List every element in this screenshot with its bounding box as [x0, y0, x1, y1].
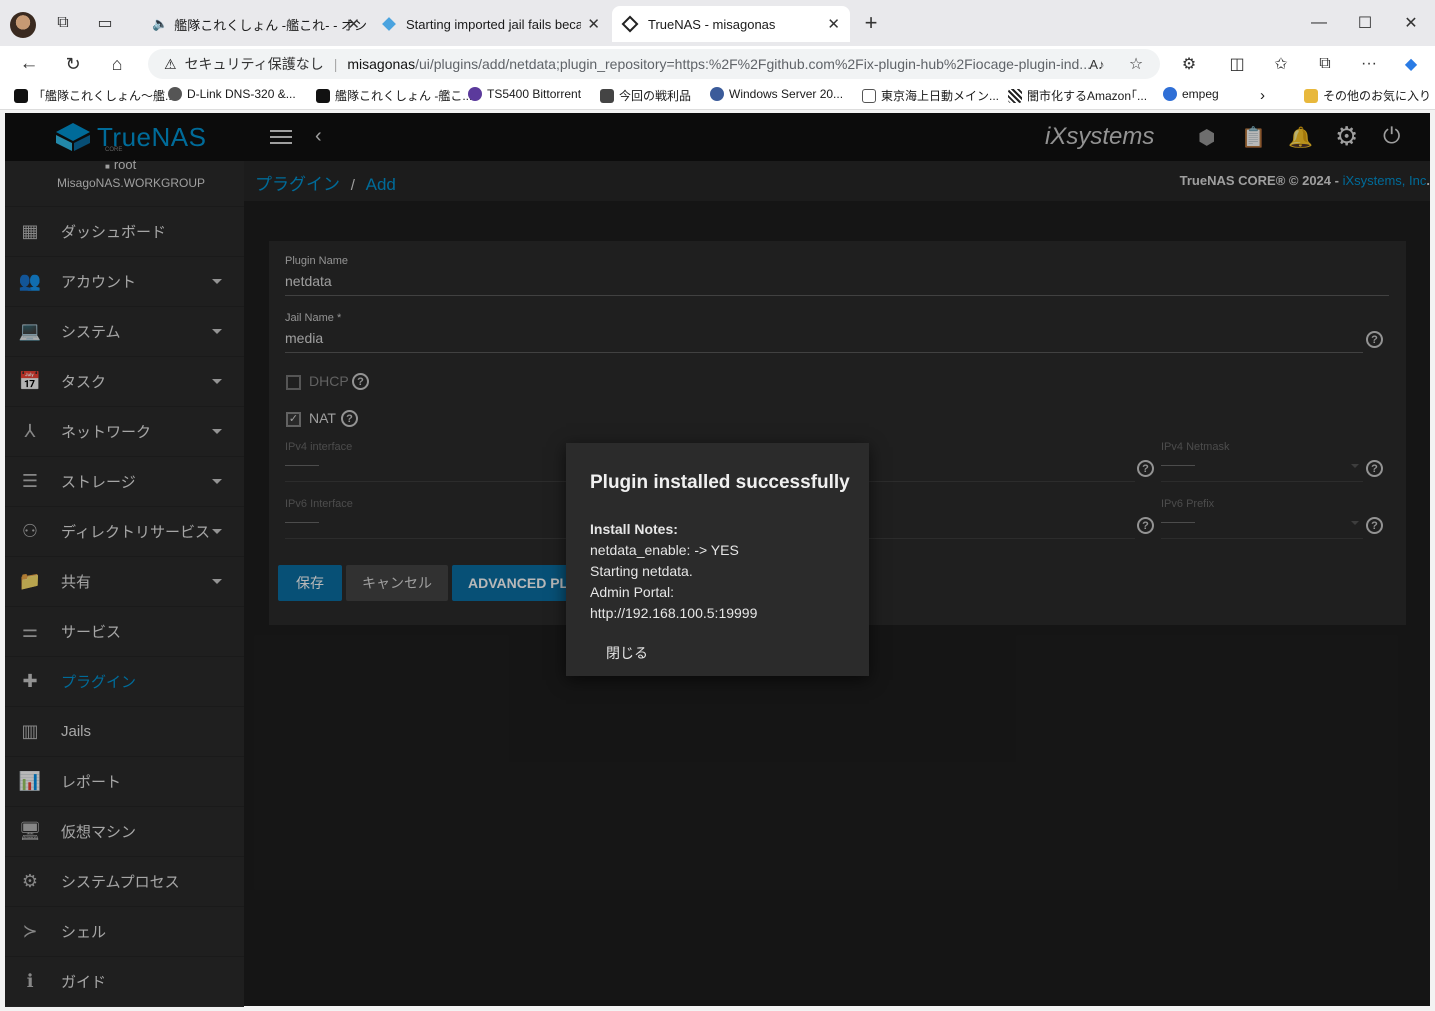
close-button[interactable]: 閉じる	[596, 639, 656, 667]
install-note-line: Starting netdata.	[590, 563, 693, 579]
bookmark-item[interactable]: 東京海上日動メイン...	[862, 87, 999, 104]
close-icon[interactable]: ✕	[587, 15, 600, 33]
address-bar-row: ← ↻ ⌂ ⚠ セキュリティ保護なし | misagonas /ui/plugi…	[0, 46, 1435, 82]
split-screen-icon[interactable]: ◫	[1226, 53, 1248, 75]
bookmark-label: 艦隊これくしょん -艦こ...	[335, 89, 473, 103]
bookmark-label: D-Link DNS-320 &...	[187, 87, 296, 101]
other-bookmarks-label: その他のお気に入り	[1323, 89, 1432, 103]
bookmark-favicon	[862, 88, 876, 103]
tab-github-issue[interactable]: Starting imported jail fails becaus ✕	[374, 6, 610, 42]
security-label: セキュリティ保護なし	[184, 56, 324, 72]
install-note-line: netdata_enable: -> YES	[590, 542, 739, 558]
close-icon[interactable]: ✕	[827, 15, 840, 33]
other-bookmarks[interactable]: その他のお気に入り	[1304, 87, 1431, 104]
bookmark-item[interactable]: 艦隊これくしょん -艦こ...	[316, 87, 472, 104]
dialog-title: Plugin installed successfully	[590, 472, 850, 493]
back-icon[interactable]: ←	[18, 53, 40, 75]
browser-tab-bar: ⧉ ▭ 🔈 艦隊これくしょん -艦これ- - オン ✕ Starting imp…	[0, 0, 1435, 46]
bookmark-favicon	[468, 87, 482, 101]
bookmarks-bar: 「艦隊これくしょん～艦... D-Link DNS-320 &... 艦隊これく…	[0, 82, 1435, 110]
url-host: misagonas	[347, 56, 416, 72]
bookmark-item[interactable]: Windows Server 20...	[710, 87, 843, 101]
folder-icon	[1304, 88, 1318, 103]
bookmark-label: 「艦隊これくしょん～艦...	[33, 89, 176, 103]
tab-actions-icon[interactable]: ▭	[94, 12, 116, 34]
bookmark-favicon	[710, 87, 724, 101]
tab-title: Starting imported jail fails becaus	[406, 16, 581, 32]
maximize-icon[interactable]: ☐	[1354, 12, 1376, 34]
collections-icon[interactable]: ⧉	[1314, 53, 1336, 75]
home-icon[interactable]: ⌂	[106, 53, 128, 75]
bookmark-item[interactable]: empeg	[1163, 87, 1219, 101]
url-separator: |	[333, 56, 338, 72]
bookmark-label: 闇市化するAmazon｢...	[1027, 89, 1148, 103]
plugin-installed-dialog: Plugin installed successfully Install No…	[566, 443, 869, 676]
bookmark-favicon	[316, 88, 330, 103]
tab-kancolle[interactable]: 🔈 艦隊これくしょん -艦これ- - オン ✕	[138, 6, 370, 42]
minimize-icon[interactable]: —	[1308, 12, 1330, 34]
admin-portal-link[interactable]: http://192.168.100.5:19999	[590, 605, 757, 621]
bookmark-favicon	[14, 88, 28, 103]
bookmark-item[interactable]: D-Link DNS-320 &...	[168, 87, 296, 101]
copilot-icon[interactable]: ◆	[1400, 53, 1422, 75]
install-notes-heading: Install Notes:	[590, 521, 678, 537]
tab-favicon	[382, 17, 396, 31]
speaker-icon[interactable]: 🔈	[152, 16, 168, 32]
window-close-icon[interactable]: ✕	[1400, 12, 1422, 34]
bookmarks-overflow-icon[interactable]: ›	[1260, 87, 1265, 104]
url-path: /ui/plugins/add/netdata;plugin_repositor…	[415, 56, 1091, 72]
extensions-icon[interactable]: ⚙	[1178, 53, 1200, 75]
bookmark-item[interactable]: 今回の戦利品	[600, 87, 691, 104]
new-tab-icon[interactable]: +	[860, 10, 882, 35]
bookmark-favicon	[1163, 87, 1177, 101]
truenas-app: TrueNAS CORE ‹ iXsystems ⬢ 📋 🔔 ⚙ ⏻ ■ root…	[5, 113, 1430, 1007]
tab-truenas[interactable]: TrueNAS - misagonas ✕	[612, 6, 850, 42]
bookmark-label: 東京海上日動メイン...	[881, 89, 1000, 103]
favorites-icon[interactable]: ✩	[1270, 53, 1292, 75]
bookmark-label: Windows Server 20...	[729, 87, 844, 101]
bookmark-label: empeg	[1182, 87, 1219, 101]
favorite-star-icon[interactable]: ☆	[1125, 53, 1147, 75]
bookmark-label: TS5400 Bittorrent	[487, 87, 582, 101]
read-aloud-icon[interactable]: A♪	[1086, 53, 1108, 75]
bookmark-item[interactable]: 闇市化するAmazon｢...	[1008, 87, 1147, 104]
workspaces-icon[interactable]: ⧉	[52, 12, 74, 34]
more-icon[interactable]: ···	[1358, 53, 1380, 75]
bookmark-favicon	[168, 87, 182, 101]
tab-title: 艦隊これくしょん -艦これ- - オン	[174, 17, 368, 33]
close-icon[interactable]: ✕	[347, 15, 360, 33]
bookmark-item[interactable]: 「艦隊これくしょん～艦...	[14, 87, 175, 104]
url-field[interactable]: ⚠ セキュリティ保護なし | misagonas /ui/plugins/add…	[148, 49, 1160, 79]
tab-favicon	[621, 15, 639, 33]
warning-icon: ⚠	[164, 55, 177, 72]
bookmark-item[interactable]: TS5400 Bittorrent	[468, 87, 581, 101]
install-note-line: Admin Portal:	[590, 584, 675, 600]
refresh-icon[interactable]: ↻	[62, 53, 84, 75]
bookmark-favicon	[600, 88, 614, 103]
tab-title: TrueNAS - misagonas	[648, 16, 776, 32]
profile-avatar[interactable]	[10, 12, 36, 38]
bookmark-favicon	[1008, 88, 1022, 103]
bookmark-label: 今回の戦利品	[619, 89, 692, 103]
